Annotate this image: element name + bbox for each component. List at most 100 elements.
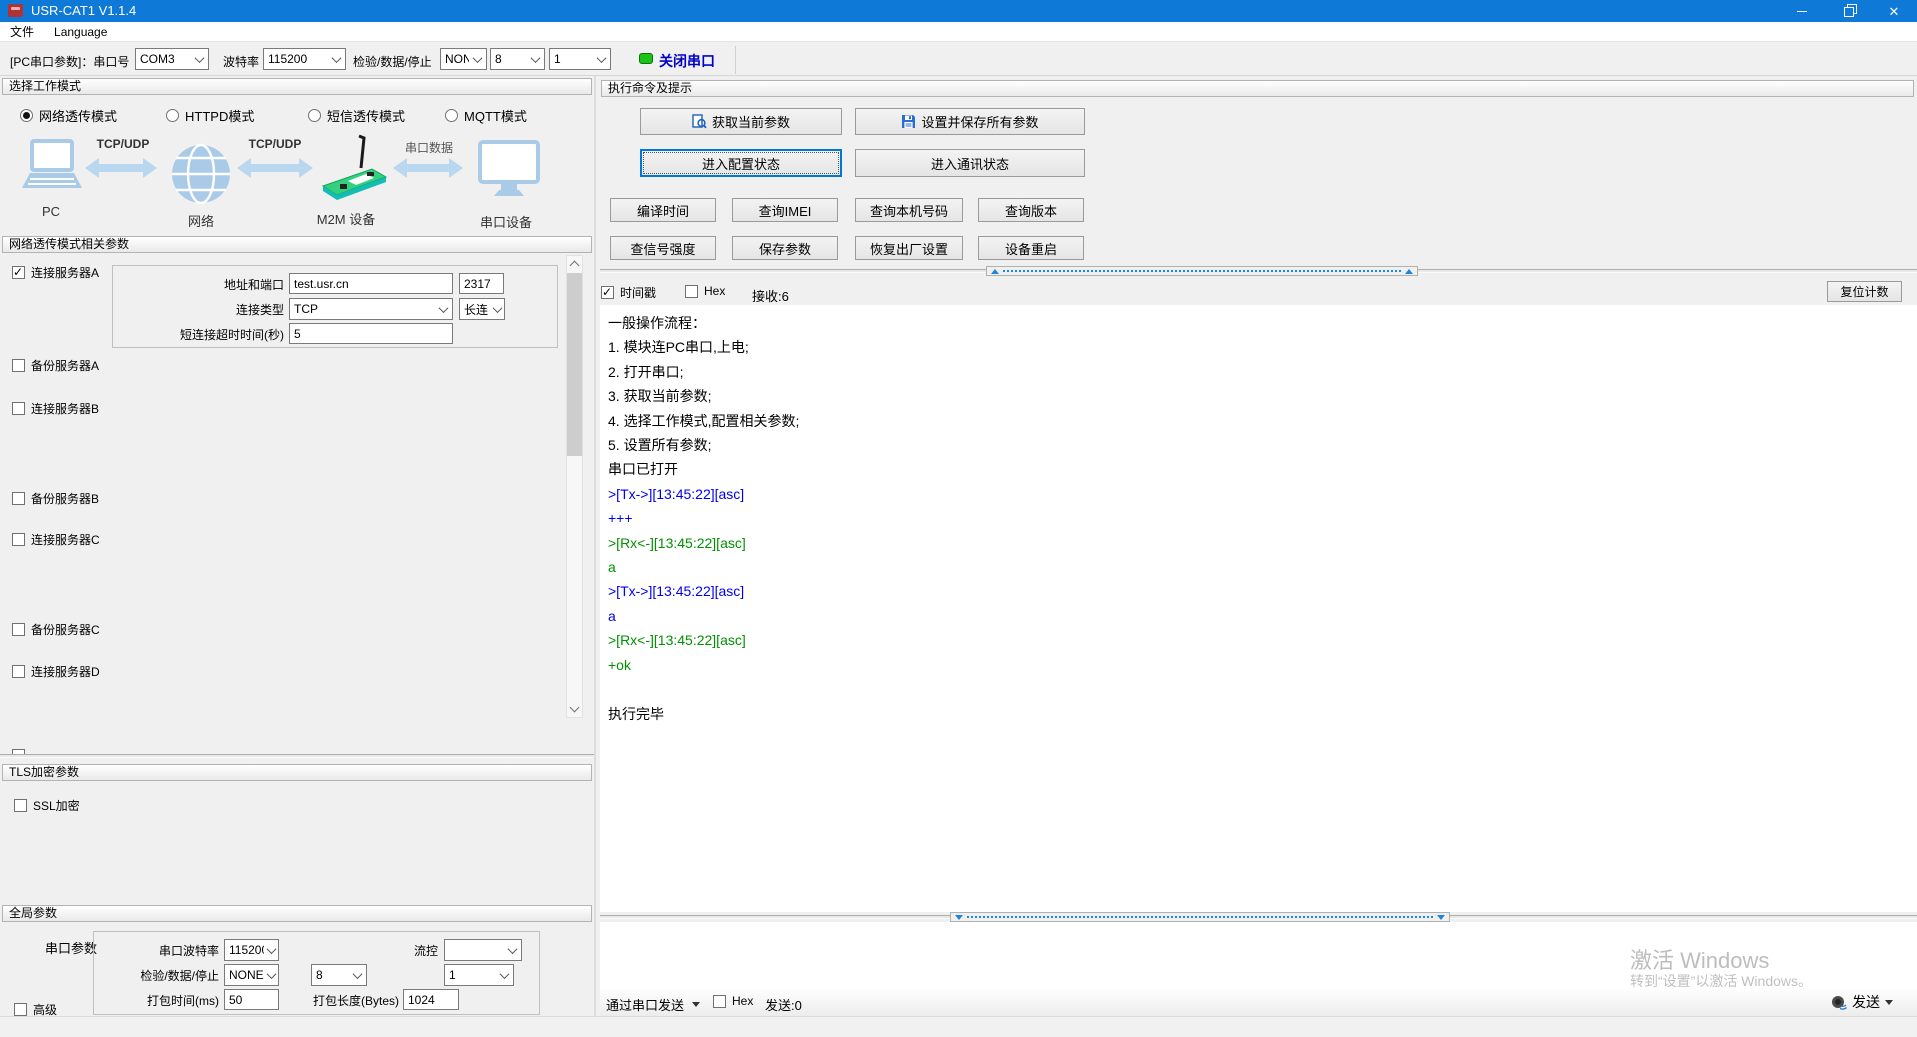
- pack-len-label: 打包长度(Bytes): [294, 992, 399, 1009]
- flow-control-select[interactable]: [444, 939, 522, 961]
- server-port-input[interactable]: [459, 273, 504, 294]
- global-params-header: 全局参数: [2, 905, 592, 922]
- stopbits-select[interactable]: 1: [549, 48, 611, 70]
- radio-mqtt[interactable]: MQTT模式: [445, 106, 527, 125]
- radio-httpd[interactable]: HTTPD模式: [166, 106, 254, 125]
- log-line: [608, 677, 1909, 701]
- log-line: a: [608, 604, 1909, 628]
- activate-windows-hint: 转到“设置”以激活 Windows。: [1630, 971, 1812, 991]
- restore-button[interactable]: [1825, 0, 1871, 22]
- compile-time-button[interactable]: 编译时间: [610, 198, 716, 222]
- baud-label: 波特率: [223, 53, 259, 70]
- serial-stopbits-select[interactable]: 1: [444, 964, 514, 986]
- checkbox-icon: [12, 492, 25, 505]
- send-via-serial-dropdown[interactable]: 通过串口发送: [606, 995, 700, 1014]
- m2m-device-icon: [323, 136, 386, 200]
- baud-select[interactable]: 115200: [263, 48, 346, 70]
- chevron-down-icon: [504, 940, 521, 960]
- menu-file[interactable]: 文件: [0, 22, 44, 42]
- titlebar: USR-CAT1 V1.1.4: [0, 0, 1917, 22]
- toolbar-separator: [735, 46, 736, 74]
- parity-select[interactable]: NONI: [440, 48, 487, 70]
- menu-language[interactable]: Language: [44, 22, 117, 42]
- checkbox-icon: [12, 533, 25, 546]
- collapse-up-icon: [991, 269, 999, 274]
- reset-counter-button[interactable]: 复位计数: [1827, 281, 1902, 302]
- panel-divider[interactable]: [594, 76, 596, 1037]
- close-port-button[interactable]: 关闭串口: [659, 51, 715, 71]
- minimize-icon: [1797, 11, 1807, 12]
- close-button[interactable]: ✕: [1871, 0, 1917, 22]
- serial-baud-select[interactable]: 115200: [224, 939, 279, 961]
- chevron-down-icon: [490, 299, 504, 319]
- backup-server-b-checkbox[interactable]: 备份服务器B: [12, 490, 99, 507]
- log-line: 3. 获取当前参数;: [608, 384, 1909, 408]
- chevron-down-icon: [264, 965, 278, 985]
- server-a-checkbox[interactable]: 连接服务器A: [12, 264, 99, 281]
- log-line: 一般操作流程：: [608, 311, 1909, 335]
- left-panel-scrollbar[interactable]: [566, 255, 583, 718]
- toolbar: [PC串口参数]：串口号 COM3 波特率 115200 检验/数据/停止 NO…: [0, 42, 1917, 76]
- send-hex-checkbox[interactable]: Hex: [713, 994, 753, 1008]
- section-divider: [0, 754, 594, 758]
- factory-reset-button[interactable]: 恢复出厂设置: [855, 236, 963, 260]
- short-timeout-input[interactable]: [289, 323, 453, 344]
- radio-net-transparent[interactable]: 网络透传模式: [20, 106, 117, 125]
- close-icon: ✕: [1889, 5, 1900, 18]
- query-imei-button[interactable]: 查询IMEI: [732, 198, 838, 222]
- pack-time-input[interactable]: [224, 989, 279, 1010]
- recv-hex-checkbox[interactable]: Hex: [685, 284, 725, 298]
- log-area[interactable]: 一般操作流程：1. 模块连PC串口,上电;2. 打开串口;3. 获取当前参数;4…: [600, 305, 1917, 912]
- log-line: 串口已打开: [608, 457, 1909, 481]
- signal-strength-button[interactable]: 查信号强度: [610, 236, 716, 260]
- radio-icon: [20, 109, 33, 122]
- parity-data-stop-label: 检验/数据/停止: [353, 53, 432, 70]
- backup-server-c-checkbox[interactable]: 备份服务器C: [12, 621, 100, 638]
- scroll-up-icon[interactable]: [570, 261, 580, 271]
- node-label-pc: PC: [31, 204, 71, 219]
- restore-icon: [1844, 7, 1852, 15]
- commands-header: 执行命令及提示: [601, 80, 1914, 97]
- query-version-button[interactable]: 查询版本: [978, 198, 1084, 222]
- server-c-checkbox[interactable]: 连接服务器C: [12, 531, 100, 548]
- sent-count: 发送:0: [765, 995, 802, 1014]
- backup-server-a-checkbox[interactable]: 备份服务器A: [12, 357, 99, 374]
- chevron-down-icon: [435, 299, 452, 319]
- scrollbar-thumb[interactable]: [567, 273, 582, 456]
- serial-databits-select[interactable]: 8: [311, 964, 367, 986]
- save-params-button[interactable]: 保存参数: [732, 236, 838, 260]
- send-splitter-handle[interactable]: [950, 912, 1450, 922]
- minimize-button[interactable]: [1779, 0, 1825, 22]
- get-params-button[interactable]: 获取当前参数: [640, 108, 842, 135]
- work-mode-header: 选择工作模式: [2, 78, 592, 95]
- set-save-params-button[interactable]: 设置并保存所有参数: [855, 108, 1085, 135]
- send-horn-icon: [1830, 994, 1847, 1011]
- device-restart-button[interactable]: 设备重启: [978, 236, 1084, 260]
- scroll-down-icon[interactable]: [570, 703, 580, 713]
- com-port-select[interactable]: COM3: [135, 48, 209, 70]
- chevron-down-icon: [496, 965, 513, 985]
- pack-len-input[interactable]: [403, 989, 459, 1010]
- radio-icon: [166, 109, 179, 122]
- query-phone-number-button[interactable]: 查询本机号码: [855, 198, 963, 222]
- enter-comm-button[interactable]: 进入通讯状态: [855, 149, 1085, 177]
- databits-select[interactable]: 8: [490, 48, 545, 70]
- timestamp-checkbox[interactable]: 时间戳: [601, 284, 656, 301]
- pc-laptop-icon: [22, 141, 82, 188]
- server-address-input[interactable]: [289, 273, 453, 294]
- chevron-down-icon: [264, 940, 278, 960]
- log-splitter-handle[interactable]: [986, 266, 1418, 276]
- radio-sms-transparent[interactable]: 短信透传模式: [308, 106, 405, 125]
- checkbox-icon: [12, 665, 25, 678]
- enter-config-button[interactable]: 进入配置状态: [640, 149, 842, 177]
- conn-type-select[interactable]: TCP: [289, 298, 453, 320]
- server-d-checkbox[interactable]: 连接服务器D: [12, 663, 100, 680]
- serial-params-label: 串口参数: [45, 938, 97, 957]
- node-label-network: 网络: [176, 211, 226, 230]
- ssl-checkbox[interactable]: SSL加密: [14, 797, 80, 814]
- serial-parity-select[interactable]: NONE: [224, 964, 279, 986]
- checkbox-icon: [685, 285, 698, 298]
- send-button[interactable]: 发送: [1830, 992, 1893, 1012]
- keepalive-select[interactable]: 长连: [459, 298, 505, 320]
- server-b-checkbox[interactable]: 连接服务器B: [12, 400, 99, 417]
